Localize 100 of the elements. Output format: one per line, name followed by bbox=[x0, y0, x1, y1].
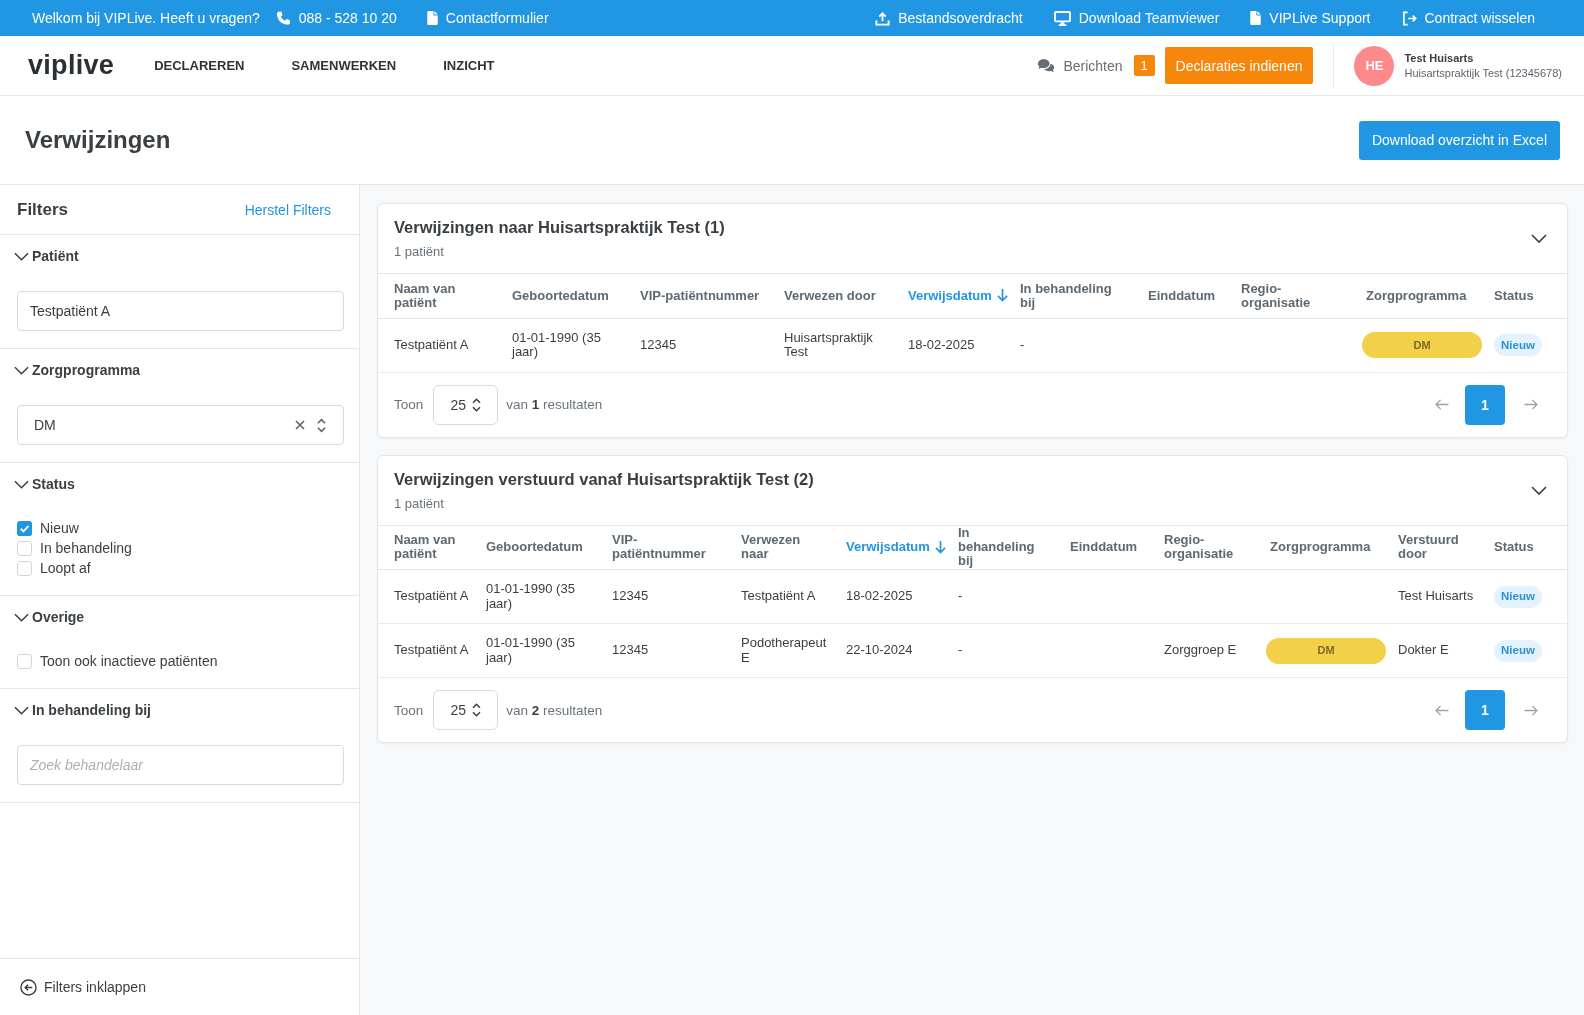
page-button[interactable]: 1 bbox=[1465, 690, 1505, 730]
arrow-left-icon[interactable] bbox=[1435, 399, 1449, 410]
monitor-icon bbox=[1053, 10, 1071, 26]
results-count: van 2 resultaten bbox=[506, 702, 603, 718]
column-header[interactable]: In behandeling bij bbox=[1020, 281, 1124, 310]
table-cell: 12345 bbox=[640, 318, 784, 372]
column-header[interactable]: Geboortedatum bbox=[486, 540, 583, 555]
table-cell: 18-02-2025 bbox=[908, 318, 1020, 372]
column-header[interactable]: Einddatum bbox=[1070, 540, 1138, 555]
upload-icon bbox=[875, 10, 891, 26]
column-header[interactable]: Zorgprogramma bbox=[1366, 288, 1467, 303]
arrow-down-icon bbox=[996, 289, 1008, 303]
welcome-text: Welkom bij VIPLive. Heeft u vragen? bbox=[32, 10, 260, 26]
section-toggle[interactable]: Zorgprogramma bbox=[14, 360, 141, 380]
arrow-right-icon[interactable] bbox=[1524, 704, 1538, 716]
arrow-left-icon[interactable] bbox=[1435, 704, 1449, 716]
card-subtitle: 1 patiënt bbox=[394, 244, 445, 260]
topbar-link[interactable]: Contract wisselen bbox=[1401, 10, 1535, 26]
table-cell: - bbox=[958, 623, 1070, 678]
status-tag: Nieuw bbox=[1494, 334, 1542, 356]
input-field[interactable]: Testpatiënt A bbox=[17, 291, 344, 331]
column-header[interactable]: Regio-organisatie bbox=[1241, 281, 1342, 310]
topbar-link[interactable]: Bestandsoverdracht bbox=[875, 10, 1023, 26]
column-header[interactable]: Status bbox=[1494, 288, 1534, 303]
page-size-label: Toon bbox=[394, 397, 424, 412]
user-organization: Huisartspraktijk Test (12345678) bbox=[1404, 67, 1562, 79]
nav-link[interactable]: INZICHT bbox=[443, 58, 495, 73]
circle-arrow-left-icon bbox=[20, 978, 37, 996]
phone-icon bbox=[275, 10, 291, 26]
column-header[interactable]: Verwezen door bbox=[784, 288, 876, 303]
column-header[interactable]: Naam van patiënt bbox=[394, 281, 488, 310]
sign-out-icon bbox=[1401, 10, 1417, 26]
column-header[interactable]: Verwijsdatum bbox=[908, 288, 1008, 303]
arrow-right-icon[interactable] bbox=[1524, 399, 1538, 410]
messages-link[interactable]: Berichten bbox=[1037, 57, 1123, 74]
checkbox[interactable] bbox=[17, 560, 32, 576]
chevron-down-icon[interactable] bbox=[1531, 485, 1547, 495]
checkbox[interactable] bbox=[17, 520, 32, 536]
column-header[interactable]: VIP-patiëntnummer bbox=[640, 288, 760, 303]
table-cell: Testpatiënt A bbox=[741, 569, 846, 624]
table-cell: - bbox=[958, 569, 1070, 624]
checkbox[interactable] bbox=[17, 540, 32, 556]
nav-link[interactable]: SAMENWERKEN bbox=[291, 58, 397, 73]
table-cell: Podotherapeut E bbox=[741, 623, 846, 678]
select-field[interactable]: DM bbox=[17, 405, 344, 445]
topbar-link[interactable]: Download Teamviewer bbox=[1053, 10, 1220, 26]
chat-icon bbox=[1037, 58, 1056, 73]
table-cell: 01-01-1990 (35 jaar) bbox=[486, 569, 612, 624]
card-title: Verwijzingen naar Huisartspraktijk Test (1) bbox=[394, 217, 725, 237]
avatar: HE bbox=[1354, 45, 1395, 86]
chevron-updown-icon bbox=[317, 417, 326, 433]
table-cell: 12345 bbox=[612, 569, 741, 624]
column-header[interactable]: Geboortedatum bbox=[512, 288, 609, 303]
checkbox-label[interactable]: Nieuw bbox=[40, 520, 79, 536]
card-subtitle: 1 patiënt bbox=[394, 495, 445, 512]
table-cell: 12345 bbox=[612, 623, 741, 678]
topbar-link[interactable]: 088 - 528 10 20 bbox=[275, 10, 397, 26]
export-button[interactable]: Download overzicht in Excel bbox=[1358, 120, 1560, 160]
chevron-updown-icon bbox=[472, 397, 482, 412]
section-toggle[interactable]: In behandeling bij bbox=[14, 700, 151, 720]
clear-icon bbox=[295, 420, 305, 430]
column-header[interactable]: VIP-patiëntnummer bbox=[612, 533, 717, 562]
chevron-updown-icon bbox=[472, 703, 482, 717]
table-cell: 01-01-1990 (35 jaar) bbox=[512, 318, 640, 372]
column-header[interactable]: Regio-organisatie bbox=[1164, 533, 1246, 562]
column-header[interactable]: In behandeling bij bbox=[958, 526, 1046, 569]
column-header[interactable]: Verstuurd door bbox=[1398, 533, 1470, 562]
status-tag: Nieuw bbox=[1494, 585, 1542, 608]
input-field[interactable]: Zoek behandelaar bbox=[17, 745, 344, 785]
topbar-link[interactable]: VIPLive Support bbox=[1250, 10, 1371, 26]
checkbox-label[interactable]: Toon ook inactieve patiënten bbox=[40, 653, 218, 669]
section-toggle[interactable]: Overige bbox=[14, 607, 85, 627]
checkbox[interactable] bbox=[17, 653, 32, 669]
status-tag: Nieuw bbox=[1494, 639, 1542, 662]
results-count: van 1 resultaten bbox=[506, 397, 603, 412]
card-title: Verwijzingen verstuurd vanaf Huisartspraktijk Test (2) bbox=[394, 468, 814, 489]
section-toggle[interactable]: Status bbox=[14, 474, 75, 494]
program-tag: DM bbox=[1362, 332, 1482, 358]
page-size-label: Toon bbox=[394, 702, 424, 718]
column-header[interactable]: Naam van patiënt bbox=[394, 533, 462, 562]
checkbox-label[interactable]: Loopt af bbox=[40, 560, 91, 576]
panel-title: Filters bbox=[17, 199, 69, 220]
file-icon bbox=[426, 11, 438, 25]
user-name: Test Huisarts bbox=[1404, 52, 1475, 64]
topbar-link[interactable]: Contactformulier bbox=[426, 10, 549, 26]
column-header[interactable]: Verwijsdatum bbox=[846, 540, 946, 555]
column-header[interactable]: Status bbox=[1494, 540, 1534, 555]
section-toggle[interactable]: Patiënt bbox=[14, 246, 79, 266]
table-cell: Testpatiënt A bbox=[378, 318, 512, 372]
chevron-down-icon[interactable] bbox=[1531, 234, 1547, 243]
page-size-select[interactable]: 25 bbox=[433, 384, 499, 425]
page-button[interactable]: 1 bbox=[1465, 384, 1505, 425]
page-size-select[interactable]: 25 bbox=[433, 690, 499, 730]
checkbox-label[interactable]: In behandeling bbox=[40, 540, 132, 556]
column-header[interactable]: Zorgprogramma bbox=[1270, 540, 1371, 555]
nav-link[interactable]: DECLAREREN bbox=[154, 58, 245, 73]
reset-filters-link[interactable]: Herstel Filters bbox=[244, 201, 331, 218]
column-header[interactable]: Verwezen naar bbox=[741, 533, 822, 562]
collapse-filters-button[interactable]: Filters inklappen bbox=[20, 978, 146, 996]
program-tag: DM bbox=[1266, 637, 1386, 664]
